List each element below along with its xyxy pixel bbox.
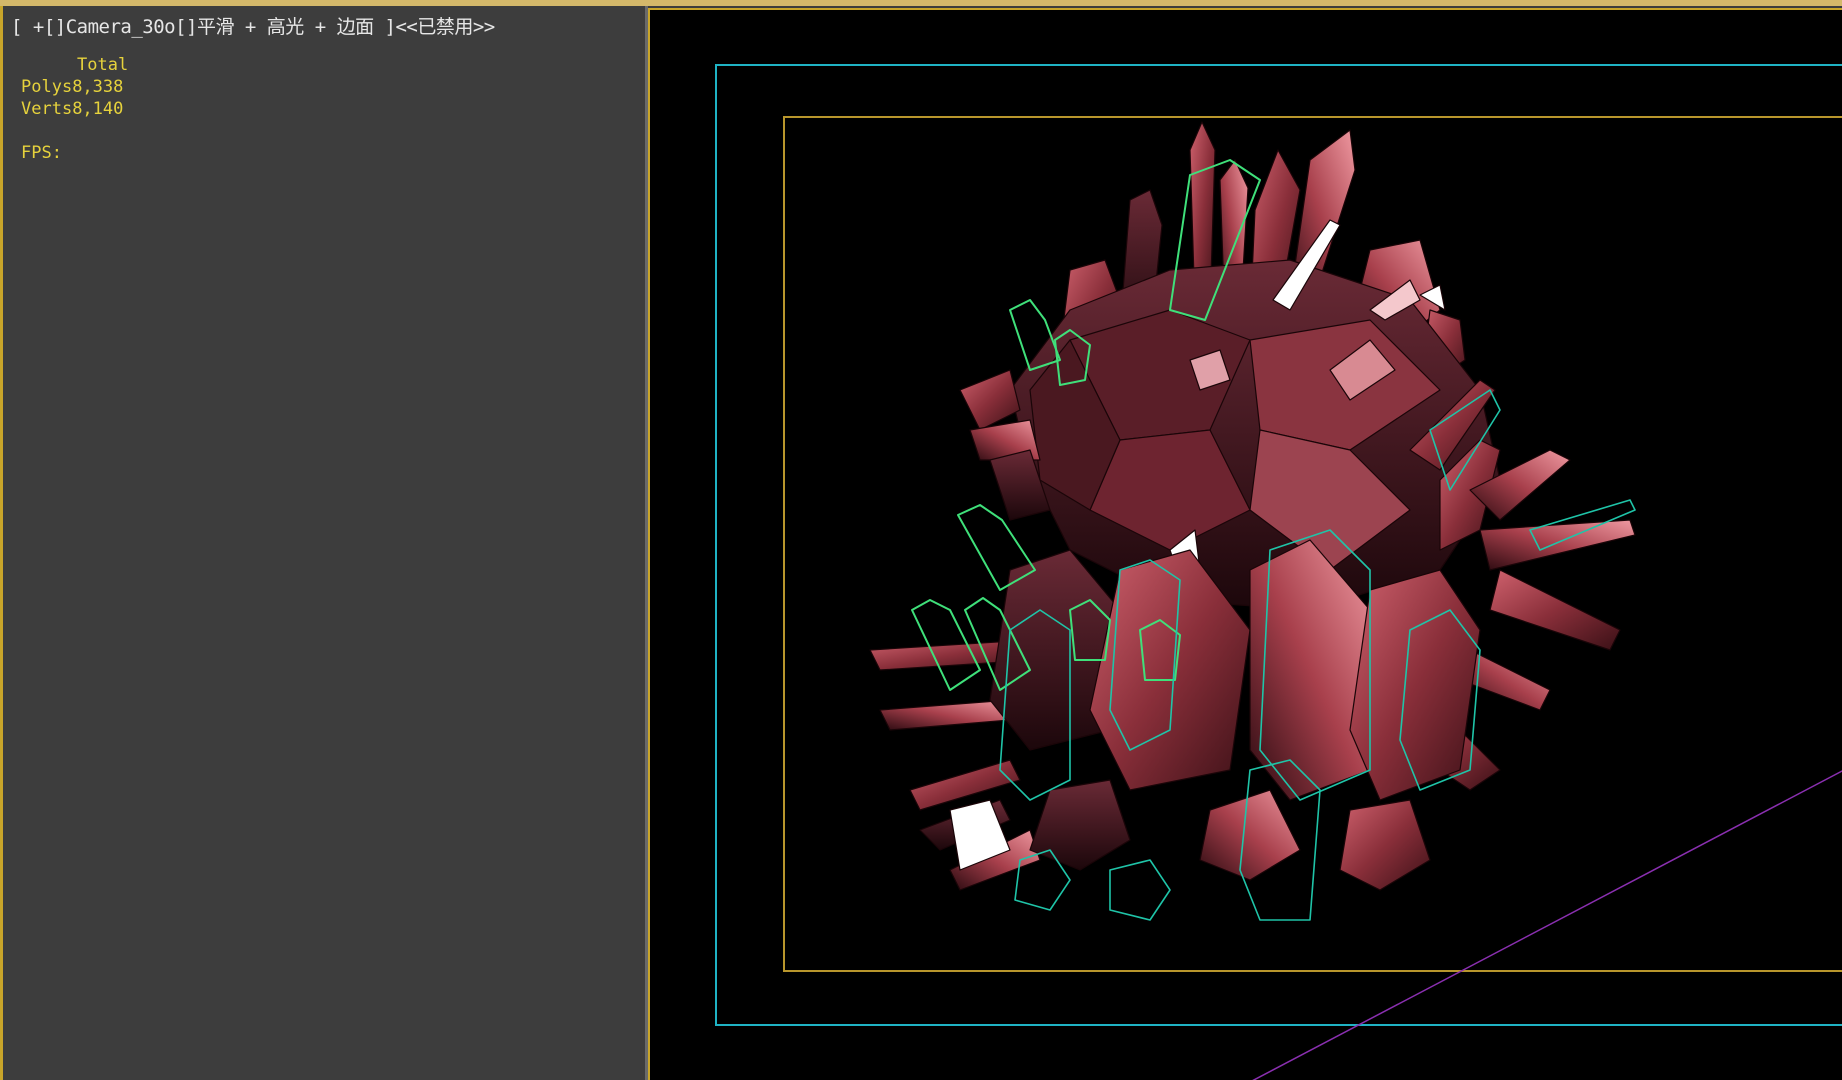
ground-grid-line	[1252, 770, 1842, 1080]
stats-polys-value: 8,338	[72, 77, 124, 97]
stats-polys-row: Polys8,338	[21, 76, 128, 98]
stats-verts-value: 8,140	[72, 99, 124, 119]
stats-verts-label: Verts	[21, 99, 73, 119]
stats-polys-label: Polys	[21, 77, 73, 97]
stats-total-header: Total	[77, 55, 129, 75]
left-viewport[interactable]: [ +[]Camera_30o[]平滑 + 高光 + 边面 ]<<已禁用>> T…	[0, 6, 645, 1080]
camera-viewport[interactable]	[648, 8, 1842, 1080]
statistics-overlay: Total Polys8,338 Verts8,140 FPS:	[21, 54, 128, 164]
crystal-cluster-render[interactable]	[650, 10, 1842, 1080]
viewport-label[interactable]: [ +[]Camera_30o[]平滑 + 高光 + 边面 ]<<已禁用>>	[11, 12, 495, 39]
3d-editor-window: [ +[]Camera_30o[]平滑 + 高光 + 边面 ]<<已禁用>> T…	[0, 0, 1842, 1080]
stats-fps-label: FPS:	[21, 143, 62, 163]
stats-verts-row: Verts8,140	[21, 98, 128, 120]
